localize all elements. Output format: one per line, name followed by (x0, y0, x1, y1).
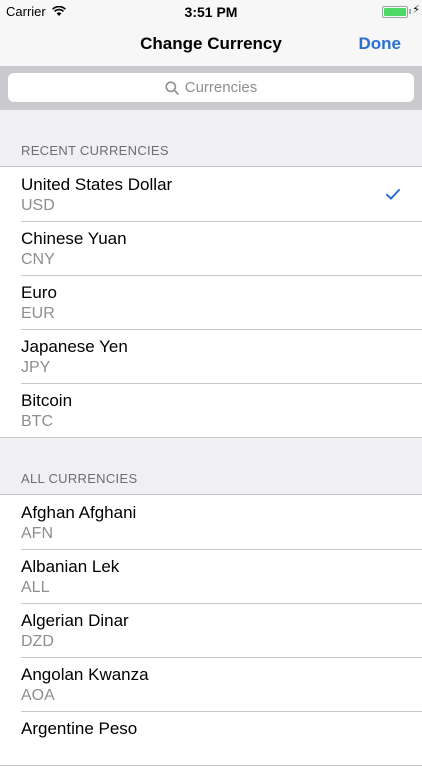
currency-code: EUR (21, 305, 55, 322)
currency-code: USD (21, 197, 55, 214)
currency-name: Algerian Dinar (21, 611, 129, 630)
battery-fill (384, 8, 406, 16)
done-button[interactable]: Done (359, 34, 402, 54)
currency-code: DZD (21, 633, 54, 650)
currency-row-jpy[interactable]: Japanese Yen JPY (0, 329, 422, 383)
section-header-all: ALL CURRENCIES (0, 438, 422, 494)
currency-name: Albanian Lek (21, 557, 120, 576)
currency-name: Euro (21, 283, 57, 302)
search-input[interactable]: Currencies (8, 73, 414, 102)
status-time: 3:51 PM (184, 4, 238, 20)
recent-currencies-list: United States Dollar USD Chinese Yuan CN… (0, 166, 422, 438)
currency-row-ars[interactable]: Argentine Peso (0, 711, 422, 765)
currency-row-eur[interactable]: Euro EUR (0, 275, 422, 329)
currency-name: Bitcoin (21, 391, 73, 410)
currency-list: RECENT CURRENCIES United States Dollar U… (0, 110, 422, 766)
currency-code: AFN (21, 525, 53, 542)
section-title: ALL CURRENCIES (21, 471, 138, 486)
currency-name: Angolan Kwanza (21, 665, 149, 684)
currency-name: United States Dollar (21, 175, 173, 194)
search-bar: Currencies (0, 66, 422, 110)
status-bar: Carrier 3:51 PM ⚡ (0, 0, 422, 22)
currency-row-btc[interactable]: Bitcoin BTC (0, 383, 422, 437)
battery-tip (409, 9, 411, 14)
currency-row-all[interactable]: Albanian Lek ALL (0, 549, 422, 603)
section-header-recent: RECENT CURRENCIES (0, 110, 422, 166)
currency-row-dzd[interactable]: Algerian Dinar DZD (0, 603, 422, 657)
currency-row-usd[interactable]: United States Dollar USD (0, 167, 422, 221)
currency-code: CNY (21, 251, 55, 268)
currency-code: JPY (21, 359, 51, 376)
currency-code: ALL (21, 579, 50, 596)
currency-name: Japanese Yen (21, 337, 128, 356)
currency-row-aoa[interactable]: Angolan Kwanza AOA (0, 657, 422, 711)
battery-icon (382, 6, 408, 18)
charging-icon: ⚡ (412, 4, 420, 16)
search-icon (165, 80, 179, 95)
currency-name: Afghan Afghani (21, 503, 137, 522)
search-placeholder: Currencies (184, 79, 258, 96)
currency-code: AOA (21, 687, 55, 704)
currency-name: Chinese Yuan (21, 229, 127, 248)
currency-code: BTC (21, 413, 53, 430)
navigation-bar: Change Currency Done (0, 22, 422, 66)
currency-name: Argentine Peso (21, 719, 138, 738)
section-title: RECENT CURRENCIES (21, 143, 169, 158)
currency-row-cny[interactable]: Chinese Yuan CNY (0, 221, 422, 275)
checkmark-icon (386, 187, 400, 205)
currency-row-afn[interactable]: Afghan Afghani AFN (0, 495, 422, 549)
all-currencies-list: Afghan Afghani AFN Albanian Lek ALL Alge… (0, 494, 422, 766)
